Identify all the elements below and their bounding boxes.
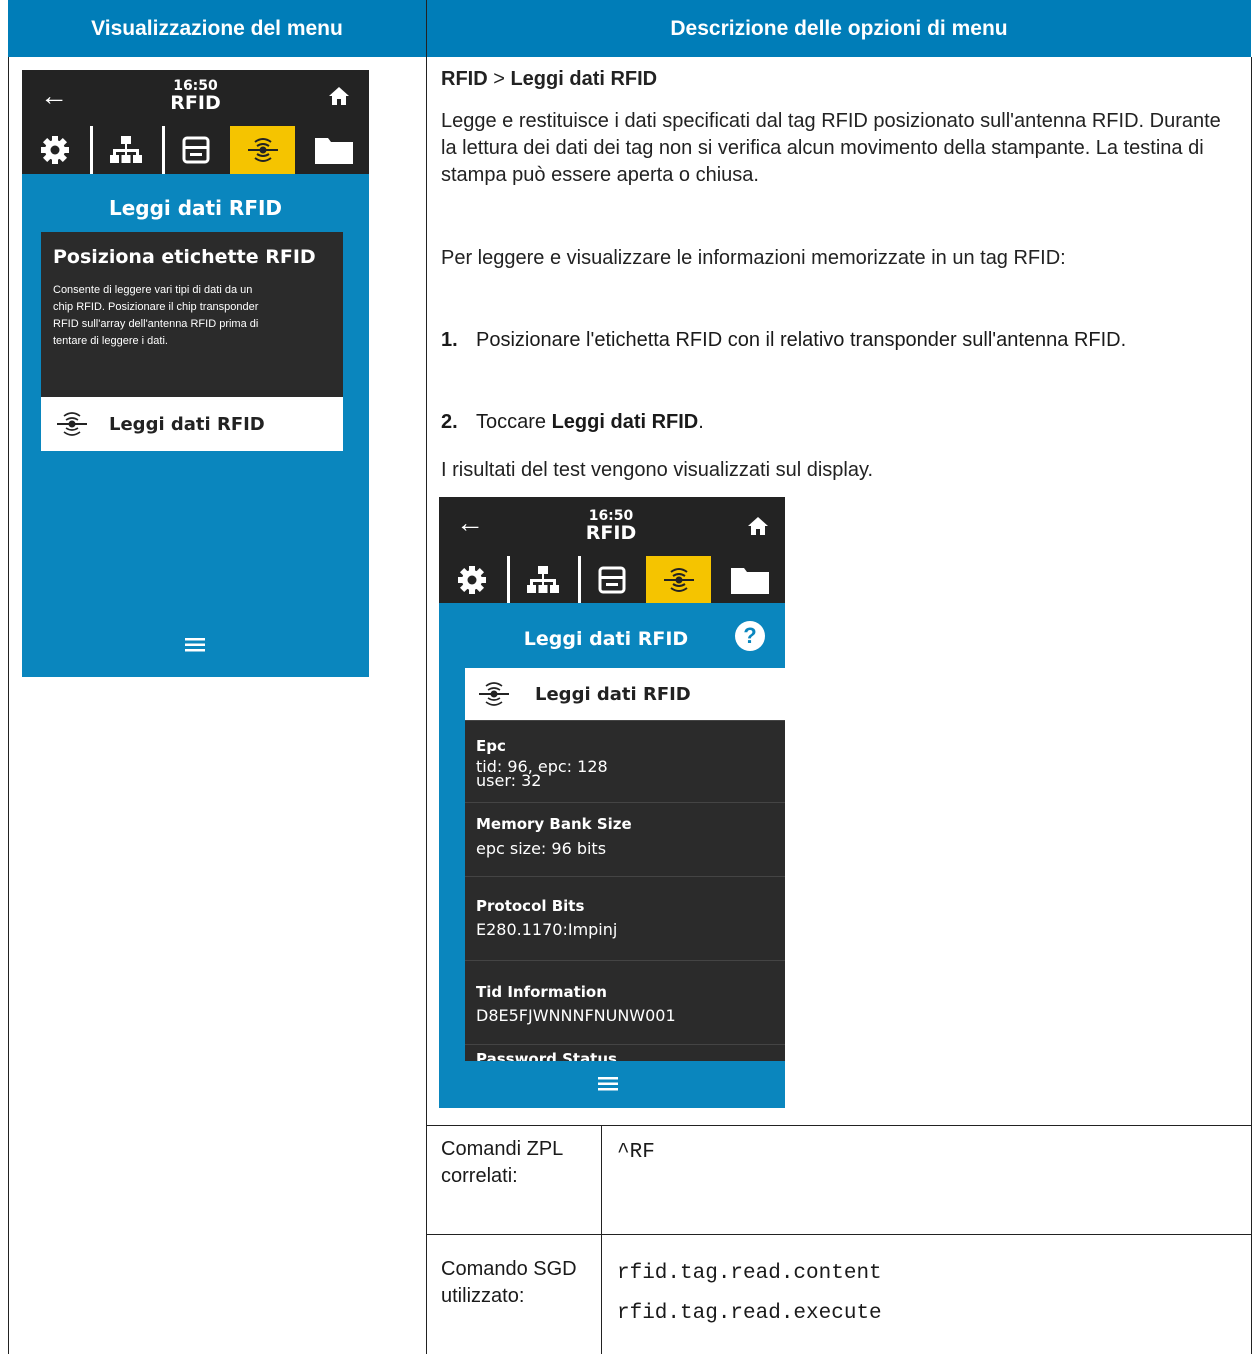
step-text-pre: Toccare [476, 411, 552, 433]
read-rfid-button-label: Leggi dati RFID [109, 413, 265, 435]
info-key: Epc [476, 737, 506, 755]
zpl-command-value: ^RF [617, 1141, 655, 1164]
card-line: RFID sull'array dell'antenna RFID prima … [53, 318, 259, 330]
printer-icon [598, 566, 626, 593]
header-menu-options: Descrizione delle opzioni di menu [427, 0, 1251, 57]
step-number: 1. [441, 329, 458, 351]
sgd-command-value: rfid.tag.read.content [617, 1262, 882, 1285]
table-border-left [8, 57, 9, 1354]
home-icon[interactable] [747, 516, 769, 541]
tab-rfid[interactable] [646, 556, 714, 603]
instructions-intro: Per leggere e visualizzare le informazio… [441, 247, 1066, 269]
tab-print[interactable] [578, 556, 646, 603]
sgd-command-value: rfid.tag.read.execute [617, 1302, 882, 1325]
screen-section: RFID [170, 92, 221, 114]
tab-settings[interactable] [22, 126, 90, 174]
screen-title: Leggi dati RFID [523, 628, 689, 650]
printer-screen-results: ← 16:50 RFID Leggi dati RFID ? Leggi dat… [439, 497, 785, 1108]
screen-top-bar: ← 16:50 RFID [22, 70, 369, 126]
results-note: I risultati del test vengono visualizzat… [441, 459, 874, 481]
info-row-password-status: Password Status [465, 1044, 785, 1061]
step-text-bold: Leggi dati RFID [551, 411, 699, 433]
tab-network[interactable] [507, 556, 578, 603]
info-row-tid-information: Tid Information D8E5FJWNNNFNUNW001 [465, 960, 785, 1044]
menu-icon[interactable] [598, 1077, 618, 1096]
table-border-middle [426, 0, 427, 1354]
card-line: Consente di leggere vari tipi di dati da… [53, 284, 253, 296]
rfid-icon [479, 682, 509, 706]
step-number: 2. [441, 411, 458, 433]
tab-storage[interactable] [298, 126, 369, 174]
breadcrumb-separator: > [487, 68, 511, 90]
page: Visualizzazione del menu Descrizione del… [0, 0, 1259, 1354]
card-description: Consente di leggere vari tipi di dati da… [53, 282, 258, 350]
header-menu-display: Visualizzazione del menu [8, 0, 426, 57]
screen-tabs [22, 126, 369, 174]
info-value: user: 32 [476, 771, 542, 790]
home-icon[interactable] [328, 86, 350, 111]
info-key: Tid Information [476, 983, 607, 1001]
back-arrow-icon[interactable]: ← [40, 80, 68, 112]
table-divider-cmd-col [601, 1125, 602, 1354]
info-row-epc: Epc tid: 96, epc: 128 user: 32 [465, 720, 785, 802]
gear-icon [40, 136, 69, 164]
breadcrumb: RFID > Leggi dati RFID [441, 66, 1231, 93]
rfid-icon [57, 412, 87, 436]
table-border-right [1251, 57, 1252, 1354]
rfid-icon [247, 138, 278, 162]
screen-clock: 16:50 [173, 78, 218, 94]
tab-network[interactable] [90, 126, 162, 174]
step-text-post: . [698, 411, 704, 433]
printer-screen-menu: ← 16:50 RFID Leggi dati RFID Posiziona e… [22, 70, 369, 677]
info-key: Memory Bank Size [476, 815, 632, 833]
card-line: tentare di leggere i dati. [53, 335, 168, 347]
info-key: Protocol Bits [476, 897, 585, 915]
step-1: 1. Posizionare l'etichetta RFID con il r… [441, 327, 1231, 387]
step-2: 2. Toccare Leggi dati RFID. [441, 409, 1231, 439]
table-divider-commands [426, 1125, 1252, 1126]
printer-icon [182, 136, 210, 164]
info-key: Password Status [476, 1050, 617, 1061]
screen-clock-block: 16:50 RFID [142, 79, 249, 113]
back-arrow-icon[interactable]: ← [456, 507, 484, 539]
read-rfid-button[interactable]: Leggi dati RFID [465, 668, 785, 720]
description-paragraph: Legge e restituisce i dati specificati d… [441, 110, 1221, 186]
card-line: chip RFID. Posizionare il chip transpond… [53, 301, 259, 313]
screen-clock-block: 16:50 RFID [557, 509, 665, 543]
screen-section: RFID [585, 522, 637, 544]
network-icon [110, 136, 142, 163]
table-divider-sgd [426, 1234, 1252, 1235]
info-card: Posiziona etichette RFID Consente di leg… [41, 232, 343, 397]
zpl-commands-label: Comandi ZPL correlati: [441, 1138, 563, 1187]
screen-top-bar: ← 16:50 RFID [439, 497, 785, 556]
menu-icon[interactable] [185, 638, 205, 657]
screen-clock: 16:50 [588, 508, 634, 524]
info-value: D8E5FJWNNNFNUNW001 [476, 1006, 676, 1025]
gear-icon [457, 565, 486, 594]
folder-icon [730, 567, 769, 594]
folder-icon [314, 138, 353, 164]
info-value: E280.1170:Impinj [476, 920, 618, 939]
card-title: Posiziona etichette RFID [53, 246, 316, 268]
info-row-memory-bank: Memory Bank Size epc size: 96 bits [465, 802, 785, 876]
screen-title: Leggi dati RFID [108, 196, 283, 220]
step-text: Toccare Leggi dati RFID. [476, 409, 1196, 436]
breadcrumb-part2: Leggi dati RFID [510, 68, 658, 90]
tab-storage[interactable] [714, 556, 785, 603]
sgd-command-label: Comando SGD utilizzato: [441, 1258, 577, 1307]
tab-settings[interactable] [439, 556, 507, 603]
info-value: epc size: 96 bits [476, 839, 607, 858]
info-row-protocol-bits: Protocol Bits E280.1170:Impinj [465, 876, 785, 960]
breadcrumb-part1: RFID [441, 68, 488, 90]
tab-rfid[interactable] [230, 126, 298, 174]
screen-tabs [439, 556, 785, 603]
tab-print[interactable] [162, 126, 230, 174]
step-text: Posizionare l'etichetta RFID con il rela… [476, 329, 1127, 351]
help-icon[interactable]: ? [735, 621, 765, 651]
rfid-icon [663, 567, 694, 592]
read-rfid-button[interactable]: Leggi dati RFID [41, 397, 343, 451]
network-icon [526, 565, 559, 593]
read-rfid-button-label: Leggi dati RFID [535, 683, 691, 705]
